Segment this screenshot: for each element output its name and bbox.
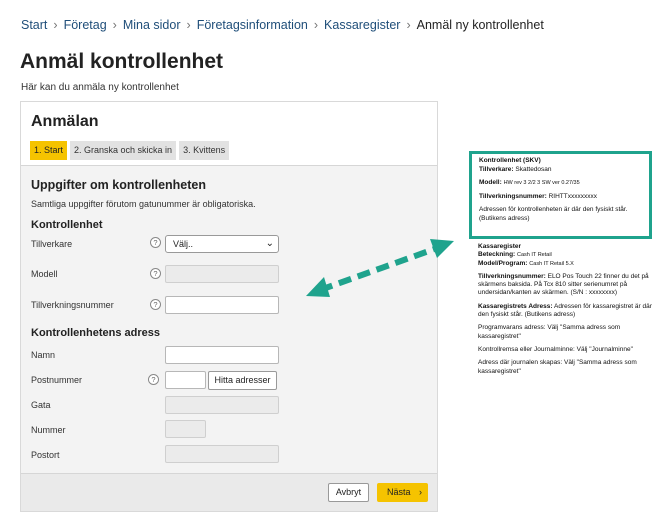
- next-button[interactable]: Nästa ›: [377, 483, 428, 502]
- breadcrumb-link-kassaregister[interactable]: Kassaregister: [324, 18, 400, 32]
- chevron-down-icon: ⌄: [265, 238, 274, 249]
- breadcrumb: Start › Företag › Mina sidor › Företagsinforma…: [21, 18, 544, 32]
- callout-tillverkare-label: Tillverkare:: [479, 165, 514, 173]
- breadcrumb-link-foretag[interactable]: Företag: [64, 18, 107, 32]
- modell-input: [165, 265, 279, 283]
- skv-callout: Kontrollenhet (SKV) Tillverkare: Skatted…: [469, 151, 652, 239]
- arrow-head-right: [430, 239, 454, 258]
- callout-header: Kontrollenhet (SKV) Tillverkare: Skatted…: [479, 157, 642, 174]
- label-tillverkare: Tillverkare: [31, 239, 73, 249]
- section-title: Uppgifter om kontrollenheten: [31, 178, 206, 192]
- arrow-head-left: [306, 277, 330, 297]
- postort-input: [165, 445, 279, 463]
- label-nummer: Nummer: [31, 425, 66, 435]
- namn-input[interactable]: [165, 346, 279, 364]
- group-title-adress: Kontrollenhetens adress: [31, 327, 160, 339]
- callout-address-note: Adressen för kontrollenheten är där den …: [479, 206, 628, 222]
- breadcrumb-link-start[interactable]: Start: [21, 18, 47, 32]
- notes-modell-program-value: Cash IT Retail 5.X: [529, 260, 574, 267]
- notes-beteckning-label: Beteckning:: [478, 251, 516, 259]
- callout-modell: Modell: HW rev 3 2/2 3 SW ver 0.27/35: [479, 179, 642, 188]
- notes-tillverkningsnummer-label: Tillverkningsnummer:: [478, 272, 546, 280]
- callout-modell-label: Modell:: [479, 179, 502, 186]
- page-title: Anmäl kontrollenhet: [20, 50, 224, 73]
- help-icon[interactable]: ?: [150, 268, 161, 279]
- panel-header: Anmälan 1. Start 2. Granska och skicka i…: [21, 102, 437, 166]
- kassaregister-notes: Kassaregister Beteckning: Cash IT Retail…: [478, 243, 656, 381]
- postnummer-input[interactable]: [165, 371, 206, 389]
- tillverkare-select-value: Välj..: [173, 239, 194, 249]
- breadcrumb-link-foretagsinformation[interactable]: Företagsinformation: [197, 18, 308, 32]
- notes-adress-label: Kassaregistrets Adress:: [478, 302, 553, 310]
- notes-address: Kassaregistrets Adress: Adressen för kas…: [478, 303, 656, 320]
- notes-kontrollremsa: Kontrollremsa eller Journalminne: Välj "…: [478, 345, 633, 353]
- section-note: Samtliga uppgifter förutom gatunummer är…: [31, 199, 256, 209]
- gata-input: [165, 396, 279, 414]
- tillverkare-select[interactable]: Välj.. ⌄: [165, 235, 279, 253]
- label-postort: Postort: [31, 450, 60, 460]
- label-postnummer: Postnummer: [31, 375, 83, 385]
- callout-tillverkningsnummer-value: RIHTTxxxxxxxxx: [548, 192, 597, 200]
- help-icon[interactable]: ?: [150, 299, 161, 310]
- group-title-kontrollenhet: Kontrollenhet: [31, 219, 103, 231]
- registration-panel: Anmälan 1. Start 2. Granska och skicka i…: [20, 101, 438, 512]
- nummer-input: [165, 420, 206, 438]
- cancel-button[interactable]: Avbryt: [328, 483, 369, 502]
- step-start: 1. Start: [30, 141, 68, 160]
- panel-heading: Anmälan: [31, 113, 99, 130]
- step-review-submit: 2. Granska och skicka in: [70, 141, 177, 160]
- arrow-shaft: [318, 244, 442, 293]
- notes-programvara: Programvarans adress: Välj "Samma adress…: [478, 324, 621, 340]
- callout-modell-value: HW rev 3 2/2 3 SW ver 0.27/35: [503, 180, 580, 186]
- label-gata: Gata: [31, 400, 51, 410]
- callout-serial: Tillverkningsnummer: RIHTTxxxxxxxxx: [479, 193, 642, 202]
- label-tillverkningsnummer: Tillverkningsnummer: [31, 300, 114, 310]
- callout-tillverkare-value: Skattedosan: [515, 165, 552, 173]
- notes-kassaregister-title: Kassaregister: [478, 243, 521, 250]
- notes-journal: Adress där journalen skapas: Välj "Samma…: [478, 359, 637, 375]
- breadcrumb-separator-icon: ›: [406, 18, 411, 32]
- chevron-right-icon: ›: [419, 487, 422, 497]
- step-indicator: 1. Start 2. Granska och skicka in 3. Kvi…: [30, 141, 230, 160]
- notes-serial: Tillverkningsnummer: ELO Pos Touch 22 fi…: [478, 273, 656, 298]
- label-modell: Modell: [31, 269, 58, 279]
- label-namn: Namn: [31, 350, 56, 360]
- double-arrow-icon: [306, 239, 454, 297]
- notes-header: Kassaregister Beteckning: Cash IT Retail…: [478, 243, 656, 268]
- breadcrumb-current: Anmäl ny kontrollenhet: [416, 18, 544, 32]
- notes-modell-program-label: Model/Program:: [478, 259, 528, 267]
- step-receipt: 3. Kvittens: [179, 141, 230, 160]
- breadcrumb-link-mina-sidor[interactable]: Mina sidor: [123, 18, 181, 32]
- breadcrumb-separator-icon: ›: [186, 18, 191, 32]
- panel-footer: Avbryt Nästa ›: [21, 473, 437, 511]
- callout-tillverkningsnummer-label: Tillverkningsnummer:: [479, 192, 547, 200]
- help-icon[interactable]: ?: [148, 374, 159, 385]
- notes-beteckning-value: Cash IT Retail: [517, 252, 552, 259]
- callout-title: Kontrollenhet (SKV): [479, 157, 541, 164]
- page-intro: Här kan du anmäla ny kontrollenhet: [21, 82, 179, 93]
- tillverkningsnummer-input[interactable]: [165, 296, 279, 314]
- next-button-label: Nästa: [387, 487, 411, 497]
- breadcrumb-separator-icon: ›: [313, 18, 319, 32]
- breadcrumb-separator-icon: ›: [53, 18, 58, 32]
- help-icon[interactable]: ?: [150, 237, 161, 248]
- breadcrumb-separator-icon: ›: [112, 18, 117, 32]
- find-addresses-button[interactable]: Hitta adresser: [208, 371, 277, 390]
